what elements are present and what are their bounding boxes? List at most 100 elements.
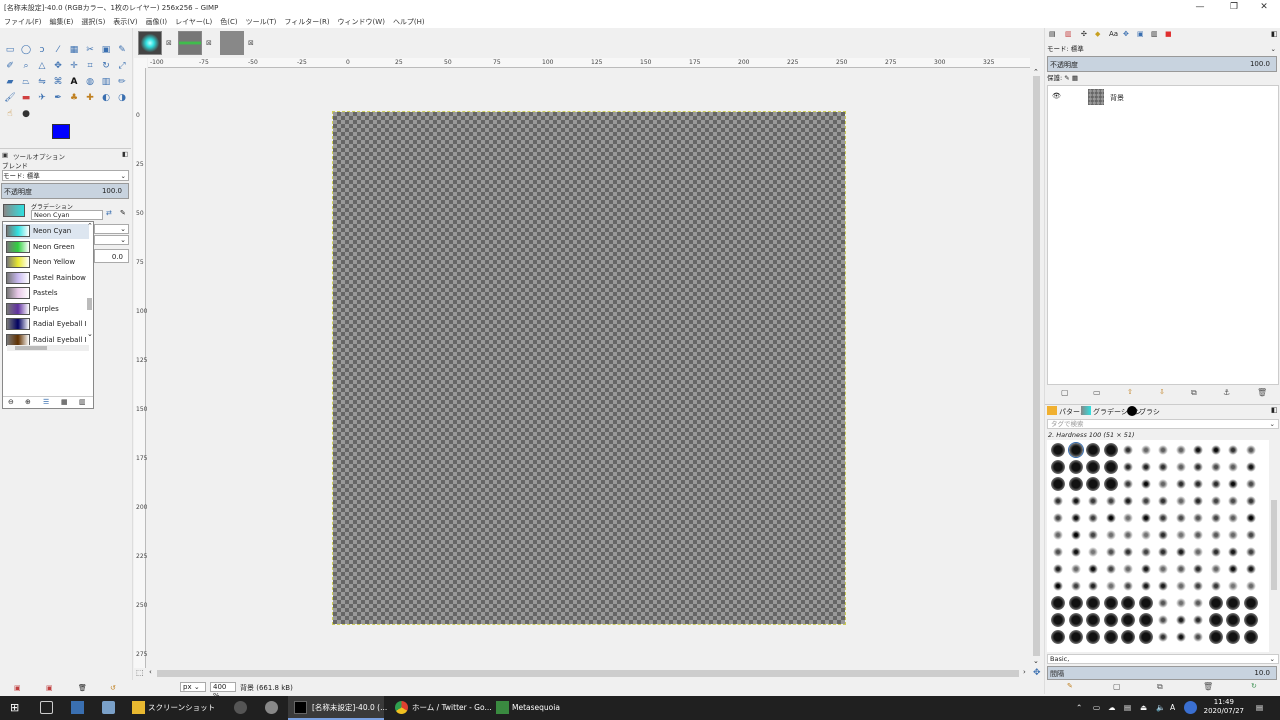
brush-preview[interactable] (1243, 630, 1258, 644)
onedrive-icon[interactable]: ☁ (1108, 696, 1116, 720)
paintbrush-tool-icon[interactable]: 🖌 (4, 92, 16, 104)
brush-preview[interactable] (1243, 460, 1258, 474)
brush-preview[interactable] (1086, 579, 1100, 593)
foreground-color-swatch[interactable] (52, 124, 70, 139)
brush-preview[interactable] (1226, 596, 1240, 610)
brush-preview[interactable] (1103, 596, 1118, 610)
mode-select[interactable]: モード: 標準 ⌄ (2, 170, 129, 181)
panel-menu-icon[interactable]: ◧ (1271, 406, 1278, 414)
offset-field[interactable]: 0.0 (94, 249, 129, 263)
anchor-layer-icon[interactable]: ⚓ (1223, 388, 1230, 397)
minimize-button[interactable]: — (1184, 0, 1216, 15)
zoom-out-icon[interactable]: ⊖ (8, 398, 14, 406)
gradient-list-item[interactable]: Neon Yellow (3, 255, 89, 270)
brush-preview[interactable] (1121, 579, 1135, 593)
notifications-icon[interactable]: ▤ (1256, 696, 1263, 720)
brush-preview[interactable] (1226, 460, 1240, 474)
brush-preview[interactable] (1156, 613, 1170, 627)
brush-preview[interactable] (1138, 545, 1153, 559)
h-scrollbar-thumb[interactable] (157, 670, 1019, 677)
blend-tool-icon[interactable]: ▥ (100, 76, 112, 88)
menu-view[interactable]: 表示(V) (109, 15, 141, 27)
brush-preview[interactable] (1173, 460, 1188, 474)
delete-layer-icon[interactable]: 🗑 (1257, 388, 1267, 397)
media-player-icon[interactable] (234, 701, 247, 714)
clock[interactable]: 11:49 2020/07/27 (1204, 698, 1244, 716)
navigate-icon[interactable]: ✥ (1033, 668, 1041, 678)
brush-preview[interactable] (1173, 596, 1188, 610)
color-select-tool-icon[interactable]: ▦ (68, 44, 80, 56)
menu-help[interactable]: ヘルプ(H) (389, 15, 429, 27)
patterns-tab-icon[interactable] (1047, 406, 1057, 415)
chrome-icon[interactable] (395, 701, 408, 714)
brush-scrollbar[interactable] (1269, 440, 1279, 652)
align-tool-icon[interactable]: ✛ (68, 60, 80, 72)
brush-preview[interactable] (1051, 579, 1065, 593)
new-layer-icon[interactable]: ▢ (1061, 388, 1069, 397)
menu-windows[interactable]: ウィンドウ(W) (334, 15, 389, 27)
refresh-brushes-icon[interactable]: ↻ (1251, 682, 1257, 690)
image-thumbnail-2[interactable] (178, 31, 202, 55)
brush-preview[interactable] (1051, 460, 1065, 474)
brush-preset-select[interactable]: Basic, ⌄ (1047, 654, 1279, 664)
brush-preview[interactable] (1191, 579, 1205, 593)
brush-preview[interactable] (1208, 443, 1223, 457)
v-scrollbar-thumb[interactable] (1033, 76, 1040, 656)
brush-preview[interactable] (1208, 562, 1223, 576)
brush-preview[interactable] (1191, 477, 1205, 491)
brush-preview[interactable] (1086, 511, 1100, 525)
duplicate-brush-icon[interactable]: ⧉ (1157, 682, 1163, 692)
brush-preview[interactable] (1051, 443, 1065, 457)
tool-options-tab[interactable]: ▣ ツールオプション ◧ (0, 148, 131, 161)
battery-icon[interactable]: ▭ (1093, 696, 1100, 720)
metasequoia-icon[interactable] (496, 701, 509, 714)
brush-preview[interactable] (1156, 460, 1170, 474)
notepad-icon[interactable] (102, 701, 115, 714)
brush-preview[interactable] (1051, 477, 1065, 491)
opacity-slider[interactable]: 不透明度 100.0 (1, 183, 129, 199)
free-select-tool-icon[interactable]: ↄ (36, 44, 48, 56)
task-view-icon[interactable] (40, 701, 53, 714)
crop-tool-icon[interactable]: ⌗ (84, 60, 96, 72)
brush-preview[interactable] (1103, 579, 1118, 593)
menu-layer[interactable]: レイヤー(L) (171, 15, 216, 27)
scroll-left-icon[interactable]: ‹ (149, 668, 152, 676)
images-tab-icon[interactable]: ▥ (1151, 30, 1158, 38)
brush-preview[interactable] (1086, 630, 1100, 644)
brush-preview[interactable] (1243, 443, 1258, 457)
brush-preview[interactable] (1243, 562, 1258, 576)
brush-preview[interactable] (1191, 596, 1205, 610)
menu-colors[interactable]: 色(C) (216, 15, 241, 27)
taskbar-item-chrome[interactable]: ホーム / Twitter - Go... (412, 696, 492, 720)
brush-preview[interactable] (1103, 494, 1118, 508)
brush-preview[interactable] (1121, 562, 1135, 576)
panel-menu-icon[interactable]: ◧ (1271, 30, 1278, 38)
raise-layer-icon[interactable]: ⇧ (1127, 388, 1133, 396)
horizontal-scrollbar[interactable]: ‹ › (147, 668, 1030, 679)
brush-preview[interactable] (1103, 562, 1118, 576)
close-tab-icon[interactable]: ⊠ (206, 39, 212, 47)
brush-preview[interactable] (1068, 545, 1083, 559)
taskbar-item-gimp-active[interactable]: [名称未設定]-40.0 (... (288, 696, 387, 720)
brush-preview[interactable] (1173, 443, 1188, 457)
brush-preview[interactable] (1103, 511, 1118, 525)
brushes-tab-icon[interactable] (1127, 406, 1137, 416)
brush-preview[interactable] (1086, 477, 1100, 491)
save-options-icon[interactable]: ▣ (14, 684, 21, 692)
delete-brush-icon[interactable]: 🗑 (1203, 682, 1213, 691)
grid-view-icon[interactable]: ▦ (61, 398, 68, 406)
brush-preview[interactable] (1103, 613, 1118, 627)
bucket-fill-tool-icon[interactable]: ◍ (84, 76, 96, 88)
gradient-list-item[interactable]: Purples (3, 302, 89, 317)
scroll-up-icon[interactable]: ⌃ (1033, 68, 1039, 76)
gradient-list-item[interactable]: Neon Green (3, 240, 89, 255)
brush-preview[interactable] (1068, 630, 1083, 644)
brush-preview[interactable] (1173, 613, 1188, 627)
eraser-tool-icon[interactable]: ▬ (20, 92, 32, 104)
brush-preview[interactable] (1191, 511, 1205, 525)
edit-gradient-icon[interactable]: ✎ (120, 209, 126, 217)
brush-preview[interactable] (1226, 494, 1240, 508)
brush-preview[interactable] (1121, 494, 1135, 508)
gradients-tab-icon[interactable] (1081, 406, 1091, 415)
brush-preview[interactable] (1068, 460, 1083, 474)
